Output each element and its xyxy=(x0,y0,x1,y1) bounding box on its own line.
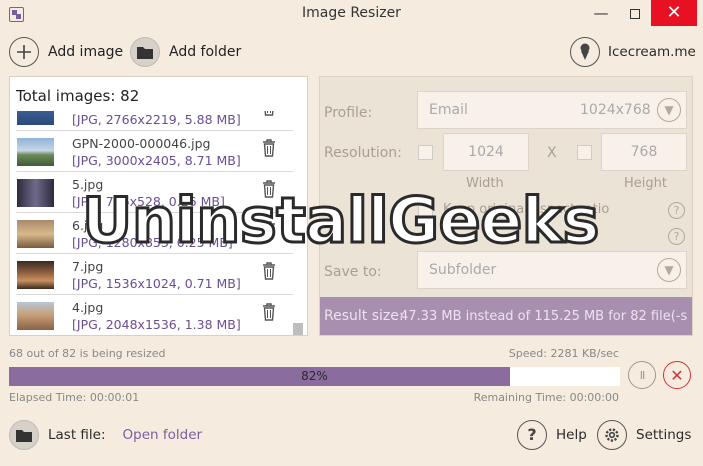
scrollbar-thumb[interactable] xyxy=(293,323,303,335)
height-input[interactable]: 768 xyxy=(601,133,687,171)
thumbnail xyxy=(17,138,54,166)
progress-bar: 82% xyxy=(9,367,620,386)
icecream-link[interactable]: Icecream.me xyxy=(570,37,696,67)
trash-icon[interactable] xyxy=(262,303,276,321)
help-label: Help xyxy=(556,427,587,443)
brand-label: Icecream.me xyxy=(608,44,696,60)
profile-size: 1024x768 xyxy=(580,102,651,118)
file-name: 7.jpg xyxy=(72,259,104,274)
settings-label: Settings xyxy=(636,427,692,443)
file-name: GPN-2000-000046.jpg xyxy=(72,136,211,151)
add-folder-label: Add folder xyxy=(169,44,242,60)
open-folder-link[interactable]: Open folder xyxy=(123,427,203,443)
add-folder-button[interactable]: Add folder xyxy=(130,37,241,67)
remaining-time: Remaining Time: 00:00:00 xyxy=(473,391,619,404)
x-separator: X xyxy=(547,145,557,161)
folder-icon xyxy=(9,420,39,450)
list-item[interactable]: [JPG, 2766x2219, 5.88 MB] xyxy=(10,111,307,131)
progress-status: 68 out of 82 is being resized xyxy=(9,347,166,360)
list-item[interactable]: 4.jpg [JPG, 2048x1536, 1.38 MB] xyxy=(10,295,307,335)
file-meta: [JPG, 2766x2219, 5.88 MB] xyxy=(72,112,241,127)
gear-icon xyxy=(597,420,627,450)
total-images: Total images: 82 xyxy=(16,87,140,105)
thumbnail xyxy=(17,261,54,289)
file-name: 4.jpg xyxy=(72,300,104,315)
width-input[interactable]: 1024 xyxy=(443,133,529,171)
file-meta: [JPG, 2048x1536, 1.38 MB] xyxy=(72,317,241,332)
elapsed-time: Elapsed Time: 00:00:01 xyxy=(9,391,140,404)
chevron-down-icon: ▼ xyxy=(657,98,681,122)
title-bar: Image Resizer — ✕ xyxy=(0,0,703,28)
list-item[interactable]: 7.jpg [JPG, 1536x1024, 0.71 MB] xyxy=(10,254,307,295)
height-caption: Height xyxy=(624,176,667,191)
trash-icon[interactable] xyxy=(262,111,276,116)
progress-percent: 82% xyxy=(301,369,328,383)
height-checkbox[interactable] xyxy=(577,145,592,160)
plus-icon xyxy=(9,37,39,67)
speed-readout: Speed: 2281 KB/sec xyxy=(508,347,619,360)
watermark-text: UninstallGeeks xyxy=(81,184,601,257)
chevron-down-icon: ▼ xyxy=(657,258,681,282)
icecream-icon xyxy=(570,37,600,67)
trash-icon[interactable] xyxy=(262,139,276,157)
file-meta: [JPG, 1536x1024, 0.71 MB] xyxy=(72,276,241,291)
save-to-value: Subfolder xyxy=(429,262,497,278)
stop-button[interactable]: ✕ xyxy=(663,361,691,389)
help-icon[interactable]: ? xyxy=(668,202,685,219)
help-icon[interactable]: ? xyxy=(668,228,685,245)
thumbnail xyxy=(17,111,54,125)
result-size-label: Result size: xyxy=(324,308,404,324)
profile-select[interactable]: Email 1024x768 ▼ xyxy=(417,91,687,129)
maximize-button[interactable] xyxy=(622,2,648,26)
add-image-label: Add image xyxy=(48,44,124,60)
folder-icon xyxy=(130,37,160,67)
save-to-label: Save to: xyxy=(324,264,382,280)
result-size-value: 47.33 MB instead of 115.25 MB for 82 fil… xyxy=(400,309,688,324)
minimize-button[interactable]: — xyxy=(588,2,614,26)
add-image-button[interactable]: Add image xyxy=(9,37,123,67)
thumbnail xyxy=(17,302,54,330)
file-meta: [JPG, 3000x2405, 8.71 MB] xyxy=(72,153,241,168)
help-button[interactable]: ? Help xyxy=(517,420,587,450)
thumbnail xyxy=(17,179,54,207)
result-size-bar: Result size: 47.33 MB instead of 115.25 … xyxy=(320,297,692,335)
profile-value: Email xyxy=(429,102,468,118)
maximize-icon xyxy=(630,9,640,19)
settings-button[interactable]: Settings xyxy=(597,420,691,450)
pause-button[interactable]: II xyxy=(628,361,656,389)
thumbnail xyxy=(17,220,54,248)
resolution-label: Resolution: xyxy=(324,145,402,161)
profile-label: Profile: xyxy=(324,105,373,121)
width-checkbox[interactable] xyxy=(418,145,433,160)
close-button[interactable]: ✕ xyxy=(651,0,697,26)
list-item[interactable]: GPN-2000-000046.jpg [JPG, 3000x2405, 8.7… xyxy=(10,131,307,172)
help-icon: ? xyxy=(517,420,547,450)
last-file-label: Last file: xyxy=(48,427,106,443)
last-file-section: Last file: Open folder xyxy=(9,420,202,450)
trash-icon[interactable] xyxy=(262,262,276,280)
